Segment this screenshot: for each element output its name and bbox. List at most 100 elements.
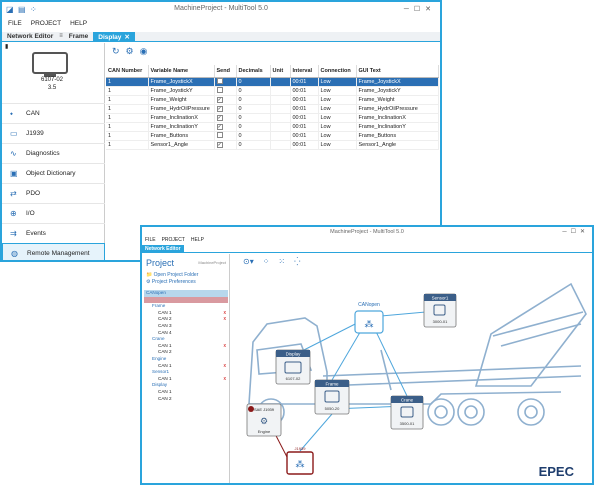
sidebar-item-diagnostics[interactable]: ∿ Diagnostics bbox=[2, 143, 105, 163]
table-cell bbox=[270, 113, 291, 123]
menu-file[interactable]: FILE bbox=[8, 20, 22, 31]
view-icon[interactable]: ◉ bbox=[140, 46, 148, 57]
tab-network-editor[interactable]: Network Editor bbox=[2, 32, 58, 41]
tree-item[interactable] bbox=[144, 296, 228, 304]
table-row[interactable]: 1 Frame_JoystickY 0 00:01 Low Frame_JoystickY bbox=[106, 86, 439, 96]
send-checkbox-cell[interactable]: ✓ bbox=[214, 113, 237, 123]
send-checkbox[interactable]: ✓ bbox=[216, 96, 223, 103]
send-checkbox[interactable]: ✓ bbox=[216, 123, 223, 130]
send-checkbox-cell[interactable]: ✓ bbox=[214, 140, 237, 150]
table-cell: 0 bbox=[236, 113, 271, 123]
tree-item[interactable]: Crane bbox=[144, 336, 228, 343]
j1939-hub-node[interactable]: J1939 ⁂ bbox=[286, 446, 314, 475]
tree-item[interactable]: CAN 1 x bbox=[144, 343, 228, 350]
tab-network-editor[interactable]: Network Editor bbox=[142, 245, 184, 253]
table-cell: 1 bbox=[106, 77, 149, 87]
column-header[interactable]: Send bbox=[214, 65, 237, 78]
network-canvas[interactable]: ⊙▾ ⁘ ⁙ ⁛ CANopen ⁂ Sensor1 3000-01 Displ… bbox=[231, 254, 592, 483]
column-header[interactable]: Interval bbox=[290, 65, 319, 78]
send-checkbox[interactable] bbox=[216, 86, 223, 93]
table-row[interactable]: 1 Frame_Buttons 0 00:01 Low Frame_Buttons bbox=[106, 131, 439, 141]
crane-node[interactable]: Crane 3500-01 bbox=[390, 395, 424, 430]
send-checkbox[interactable] bbox=[216, 77, 223, 84]
frame-node[interactable]: Frame 5050-20 bbox=[314, 379, 350, 415]
tree-item[interactable]: Display bbox=[144, 382, 228, 389]
window-controls[interactable]: ─☐✕ bbox=[404, 5, 436, 13]
table-row[interactable]: 1 Sensor1_Angle ✓ 0 00:01 Low Sensor1_Angle bbox=[106, 140, 439, 150]
window-controls[interactable]: ─☐✕ bbox=[562, 228, 589, 235]
sidebar-item-j1939[interactable]: ▭ J1939 bbox=[2, 123, 105, 143]
tree-item[interactable]: Frame bbox=[144, 303, 228, 310]
device-name: 6107-02 bbox=[40, 77, 64, 83]
tab-display[interactable]: Display ✕ bbox=[93, 32, 135, 41]
tree-item[interactable]: Sensor1 bbox=[144, 369, 228, 376]
column-header[interactable]: Connection bbox=[318, 65, 357, 78]
menu-help[interactable]: HELP bbox=[191, 237, 204, 243]
send-checkbox-cell[interactable]: ✓ bbox=[214, 104, 237, 114]
tree-item[interactable]: CAN 1 bbox=[144, 389, 228, 396]
table-cell: 00:01 bbox=[290, 113, 319, 123]
tree-item[interactable]: CAN 4 bbox=[144, 330, 228, 337]
menu-project[interactable]: PROJECT bbox=[162, 237, 185, 243]
column-header[interactable]: Unit bbox=[270, 65, 291, 78]
tree-item[interactable]: CAN 2 x bbox=[144, 316, 228, 323]
sensor1-node[interactable]: Sensor1 3000-01 bbox=[423, 293, 457, 328]
tab-frame[interactable]: Frame bbox=[64, 32, 94, 41]
send-checkbox[interactable]: ✓ bbox=[216, 105, 223, 112]
refresh-icon[interactable]: ↻ bbox=[112, 46, 120, 57]
tree-item[interactable]: CAN 1 x bbox=[144, 363, 228, 370]
open-project-folder-link[interactable]: 📁 Open Project Folder bbox=[146, 272, 198, 278]
menu-project[interactable]: PROJECT bbox=[31, 20, 61, 31]
pin-icon[interactable]: ▮ bbox=[5, 43, 8, 50]
tree-item[interactable]: CAN 1 x bbox=[144, 310, 228, 317]
table-cell: 0 bbox=[236, 122, 271, 132]
table-cell: 0 bbox=[236, 86, 271, 96]
table-cell: Low bbox=[318, 113, 357, 123]
sidebar-item-object-dictionary[interactable]: ▣ Object Dictionary bbox=[2, 163, 105, 183]
send-checkbox-cell[interactable] bbox=[214, 77, 237, 87]
table-row[interactable]: 1 Frame_HydrOilPressure ✓ 0 00:01 Low Frame_Hy… bbox=[106, 104, 439, 114]
tree-item-label: Crane bbox=[152, 336, 165, 342]
display-node[interactable]: Display 6107-02 bbox=[275, 349, 311, 385]
send-checkbox-cell[interactable]: ✓ bbox=[214, 95, 237, 105]
tree-item[interactable]: Engine bbox=[144, 356, 228, 363]
sidebar-item-io[interactable]: ⊕ I/O bbox=[2, 203, 105, 223]
table-cell: Low bbox=[318, 86, 357, 96]
table-row[interactable]: 1 Frame_JoystickX 0 00:01 Low Frame_JoystickX bbox=[106, 77, 439, 87]
table-row[interactable]: 1 Frame_InclinationX ✓ 0 00:01 Low Frame_Incli… bbox=[106, 113, 439, 123]
column-header[interactable]: Decimals bbox=[236, 65, 271, 78]
table-cell: Frame_Buttons bbox=[148, 131, 215, 141]
column-header[interactable]: GUI Text bbox=[356, 65, 439, 78]
send-checkbox-cell[interactable] bbox=[214, 86, 237, 96]
column-header[interactable]: CAN Number bbox=[106, 65, 149, 78]
send-checkbox-cell[interactable]: ✓ bbox=[214, 122, 237, 132]
menu-help[interactable]: HELP bbox=[70, 20, 87, 31]
tree-item[interactable]: CAN 2 bbox=[144, 349, 228, 356]
table-cell bbox=[270, 86, 291, 96]
menu-file[interactable]: FILE bbox=[145, 237, 156, 243]
table-row[interactable]: 1 Frame_InclinationY ✓ 0 00:01 Low Frame_Incli… bbox=[106, 122, 439, 132]
send-checkbox[interactable]: ✓ bbox=[216, 141, 223, 148]
engine-node[interactable]: SAE J1939 ⚙ Engine bbox=[246, 403, 282, 437]
send-checkbox-cell[interactable] bbox=[214, 131, 237, 141]
sidebar-item-events[interactable]: ⇉ Events bbox=[2, 223, 105, 243]
send-checkbox[interactable] bbox=[216, 131, 223, 138]
canopen-hub-node[interactable]: CANopen ⁂ bbox=[354, 302, 384, 334]
settings-icon[interactable]: ⚙ bbox=[126, 46, 134, 57]
close-tab-icon[interactable]: ✕ bbox=[124, 34, 129, 41]
column-header[interactable]: Variable Name bbox=[148, 65, 215, 78]
table-cell: 1 bbox=[106, 113, 149, 123]
sidebar-item-pdo[interactable]: ⇄ PDO bbox=[2, 183, 105, 203]
error-mark-icon: x bbox=[223, 375, 227, 382]
project-preferences-link[interactable]: ⚙ Project Preferences bbox=[146, 279, 196, 285]
tree-item[interactable]: CAN 1 x bbox=[144, 376, 228, 383]
sidebar-item-remote-management[interactable]: ◍ Remote Management bbox=[2, 243, 105, 260]
tree-item[interactable]: CAN 3 bbox=[144, 323, 228, 330]
table-cell: Frame_Buttons bbox=[356, 131, 439, 141]
send-checkbox[interactable]: ✓ bbox=[216, 114, 223, 121]
table-row[interactable]: 1 Frame_Weight ✓ 0 00:01 Low Frame_Weight bbox=[106, 95, 439, 105]
tree-item-label: CAN 1 bbox=[158, 309, 172, 315]
sidebar-item-can[interactable]: ⬩ CAN bbox=[2, 103, 105, 123]
tree-item[interactable]: CAN 2 bbox=[144, 396, 228, 403]
tree-item[interactable]: CANopen bbox=[144, 290, 228, 297]
